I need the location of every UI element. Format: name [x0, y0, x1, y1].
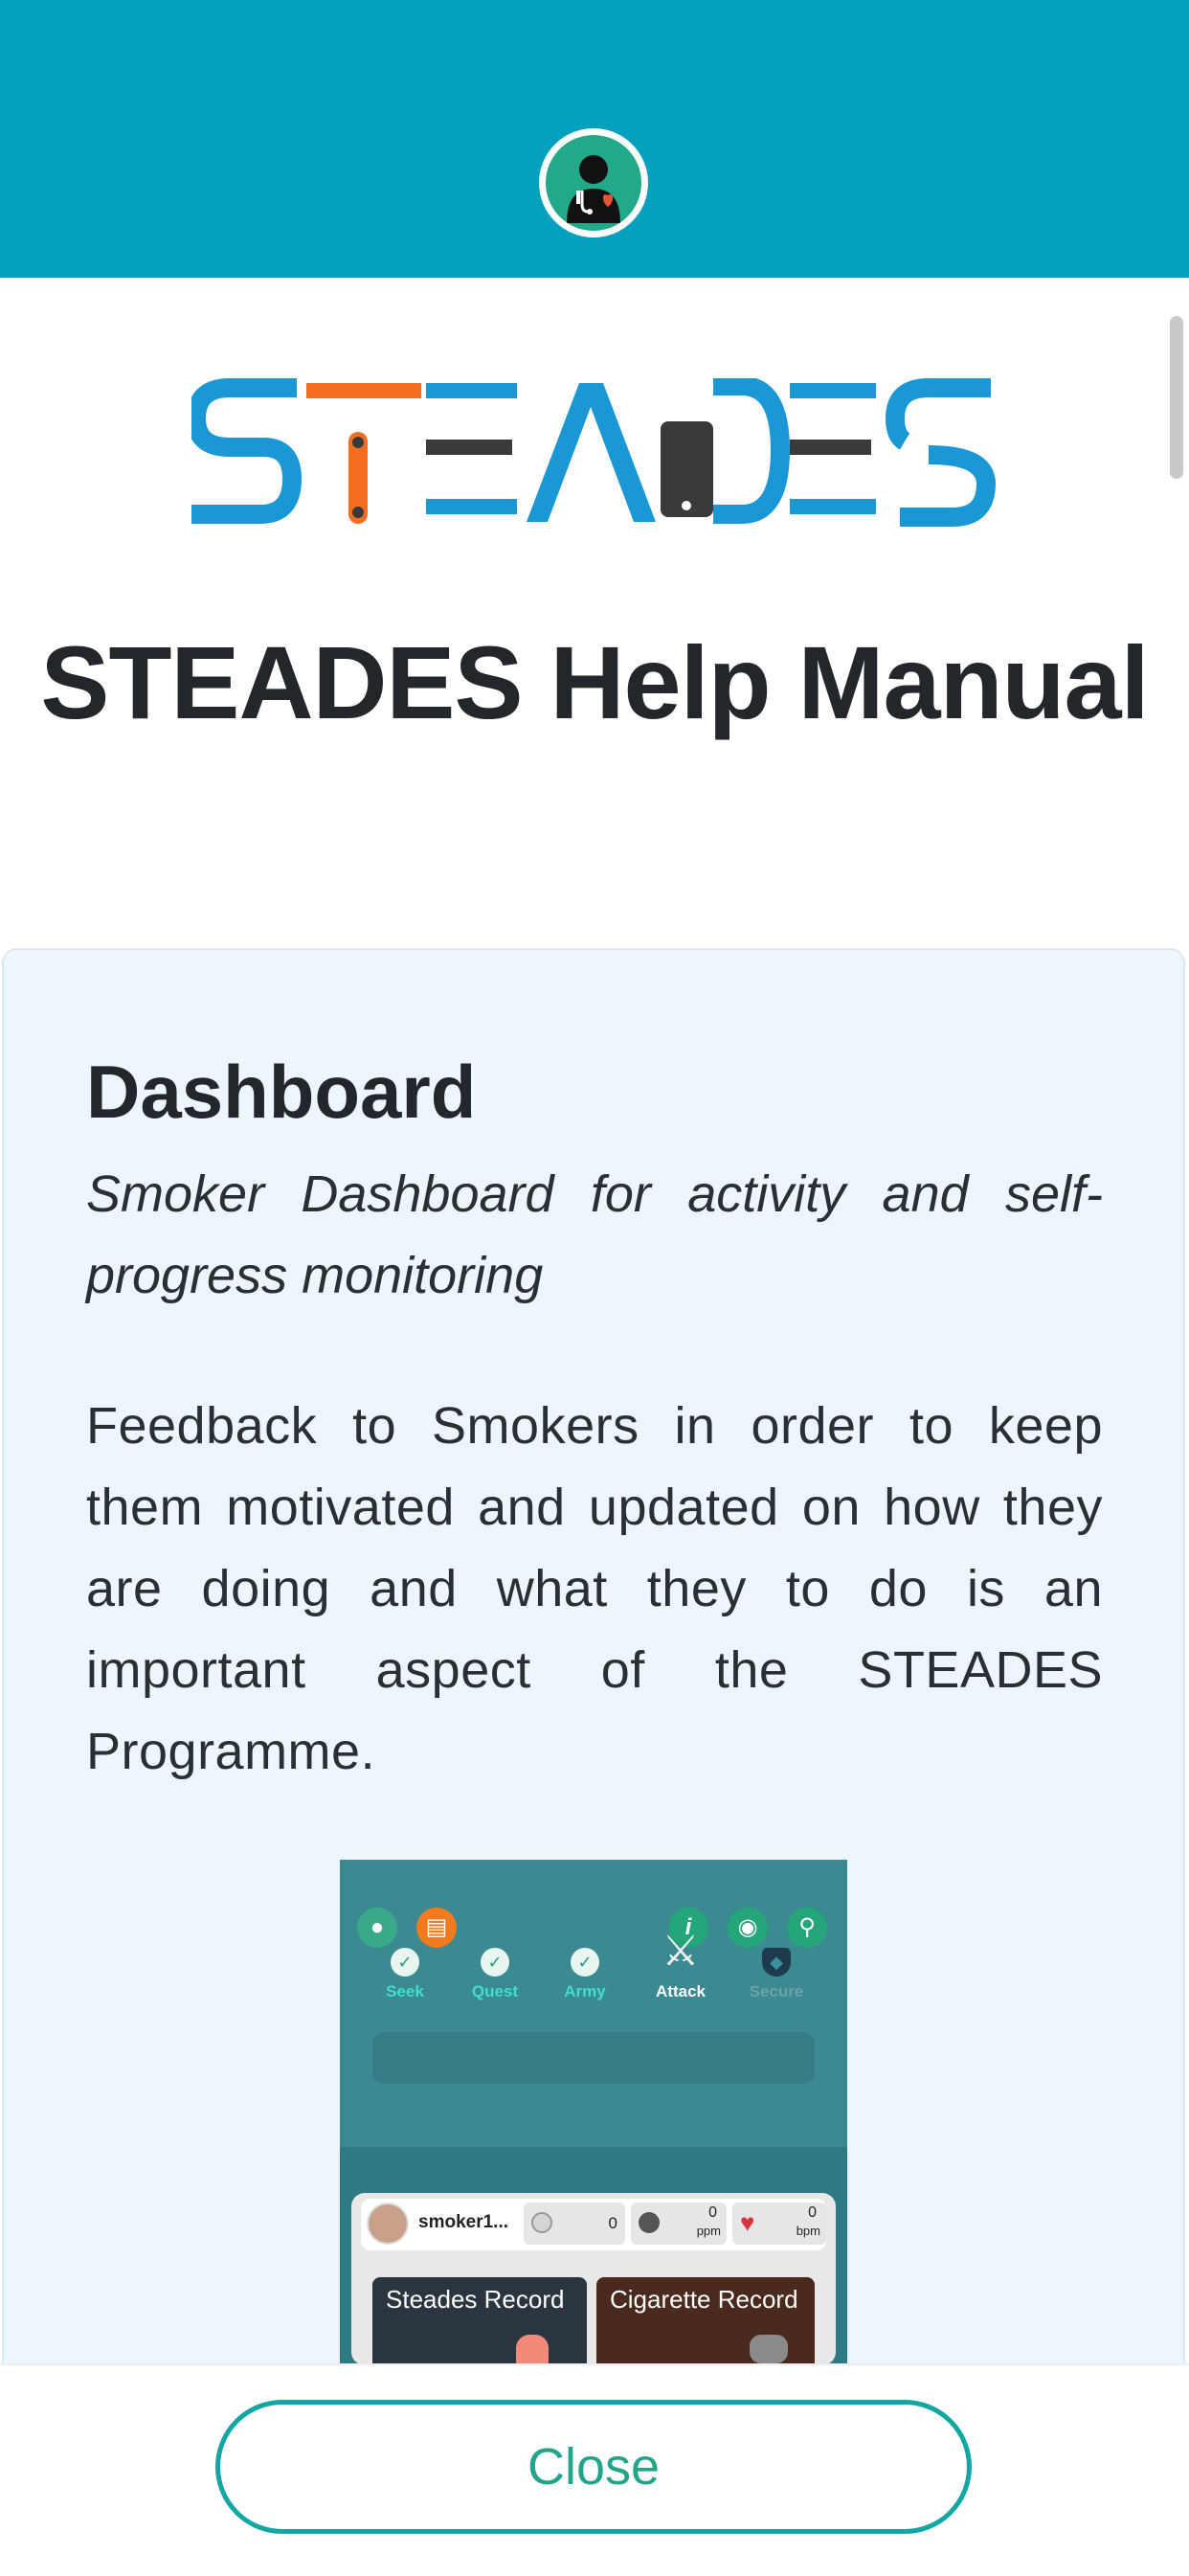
heart-value: 0	[808, 2204, 817, 2221]
nav-label: Army	[564, 1982, 606, 2000]
section-subtitle: Smoker Dashboard for activity and self-p…	[86, 1165, 1103, 1304]
nav-item-attack: ⚔ Attack	[642, 1927, 719, 2001]
co-meter-icon	[639, 2212, 660, 2233]
doctor-avatar-icon[interactable]	[539, 128, 648, 237]
check-icon: ✓	[571, 1948, 599, 1977]
user-avatar	[367, 2203, 409, 2245]
nav-item-quest: ✓ Quest	[457, 1948, 533, 2001]
count-pill: 0	[524, 2203, 625, 2245]
search-icon: ⚲	[787, 1908, 827, 1948]
progress-nav	[372, 2032, 815, 2084]
username: smoker1...	[418, 2212, 508, 2232]
nav-label: Attack	[656, 1982, 706, 2000]
lungs-icon	[516, 2335, 549, 2365]
co-pill: 0 ppm	[631, 2203, 727, 2245]
coin-icon	[531, 2212, 552, 2233]
count-value: 0	[608, 2214, 617, 2232]
check-icon: ✓	[481, 1948, 509, 1977]
swords-icon: ⚔	[662, 1928, 700, 1975]
cigarette-icon	[750, 2335, 788, 2363]
co-value: 0	[708, 2204, 717, 2221]
steades-record-tile: Steades Record	[372, 2277, 587, 2365]
dashboard-screenshot: ● ▤ i ◉ ⚲ ✓ Seek ✓ Quest ✓ Army ⚔ Attack…	[340, 1860, 847, 2365]
avatar-circle	[546, 135, 641, 231]
cigarette-record-label: Cigarette Record	[610, 2285, 798, 2314]
steades-logo-graphic	[186, 376, 997, 527]
status-row: smoker1... 0 0 ppm ♥ 0 bpm	[361, 2199, 826, 2250]
steades-logo	[186, 376, 997, 531]
heart-unit: bpm	[796, 2224, 820, 2238]
camera-icon: ◉	[728, 1908, 768, 1948]
nav-label: Quest	[471, 1982, 519, 2000]
section-body: Feedback to Smokers in order to keep the…	[86, 1397, 1103, 1780]
heart-pill: ♥ 0 bpm	[732, 2203, 826, 2245]
screenshot-header	[340, 1860, 847, 2147]
nav-label: Seek	[386, 1982, 424, 2000]
doctor-figure-icon	[567, 155, 620, 223]
heart-icon: ♥	[740, 2208, 755, 2237]
nav-item-army: ✓ Army	[547, 1948, 623, 2001]
check-icon: ✓	[391, 1948, 419, 1977]
co-unit: ppm	[696, 2224, 721, 2238]
page-title: STEADES Help Manual	[40, 624, 1149, 740]
section-heading: Dashboard	[86, 1050, 477, 1134]
shield-icon: ◆	[762, 1948, 791, 1977]
lungs-icon: ●	[357, 1908, 397, 1948]
nav-item-secure: ◆ Secure	[738, 1948, 815, 2001]
close-button[interactable]: Close	[215, 2400, 972, 2534]
scrollbar[interactable]	[1170, 316, 1183, 479]
steades-record-label: Steades Record	[386, 2285, 565, 2314]
stats-panel: smoker1... 0 0 ppm ♥ 0 bpm Steades Recor…	[351, 2193, 836, 2365]
nav-label: Secure	[749, 1982, 804, 2000]
cigarette-record-tile: Cigarette Record	[596, 2277, 815, 2365]
nav-item-seek: ✓ Seek	[367, 1948, 443, 2001]
clipboard-icon: ▤	[416, 1908, 457, 1948]
